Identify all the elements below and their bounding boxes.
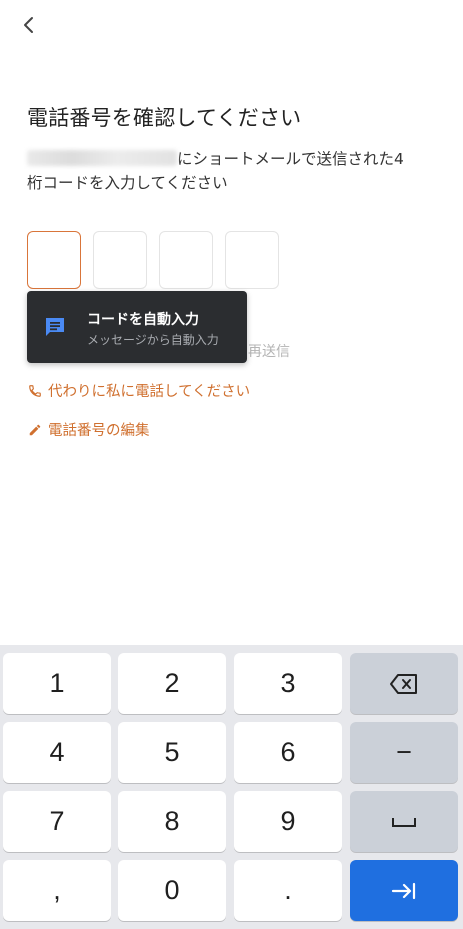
key-5[interactable]: 5 <box>118 722 226 783</box>
description: にショートメールで送信された4 桁コードを入力してください <box>27 147 437 195</box>
edit-number-link[interactable]: 電話番号の編集 <box>28 419 150 440</box>
autofill-subtitle: メッセージから自動入力 <box>87 333 219 347</box>
autofill-code-popup[interactable]: コードを自動入力 メッセージから自動入力 <box>27 291 247 363</box>
next-arrow-icon <box>391 882 416 899</box>
key-3[interactable]: 3 <box>234 653 342 714</box>
key-7[interactable]: 7 <box>3 791 111 852</box>
code-digit-4[interactable] <box>225 231 279 289</box>
code-digit-3[interactable] <box>159 231 213 289</box>
code-digit-2[interactable] <box>93 231 147 289</box>
backspace-key[interactable] <box>350 653 458 714</box>
comma-key[interactable]: , <box>3 860 111 921</box>
numeric-keyboard: 1 2 3 4 5 6 − 7 8 9 , 0 . <box>0 645 463 929</box>
masked-phone-number <box>27 150 177 166</box>
phone-icon <box>29 384 41 397</box>
pencil-icon <box>29 424 41 435</box>
code-digit-1[interactable] <box>27 231 81 289</box>
call-me-label: 代わりに私に電話してください <box>48 384 251 400</box>
next-key[interactable] <box>350 860 458 921</box>
back-button[interactable] <box>14 10 44 40</box>
key-4[interactable]: 4 <box>3 722 111 783</box>
space-key[interactable] <box>350 791 458 852</box>
call-me-link[interactable]: 代わりに私に電話してください <box>28 380 250 401</box>
key-0[interactable]: 0 <box>118 860 226 921</box>
message-icon <box>46 318 64 336</box>
description-line1: にショートメールで送信された4 <box>177 150 404 168</box>
autofill-title: コードを自動入力 <box>87 312 199 328</box>
backspace-icon <box>390 673 417 694</box>
chevron-left-icon <box>24 17 33 33</box>
resend-text: 再送信 <box>248 344 290 360</box>
key-8[interactable]: 8 <box>118 791 226 852</box>
description-line2: 桁コードを入力してください <box>27 174 228 192</box>
key-6[interactable]: 6 <box>234 722 342 783</box>
key-1[interactable]: 1 <box>3 653 111 714</box>
period-key[interactable]: . <box>234 860 342 921</box>
page-title: 電話番号を確認してください <box>27 106 302 130</box>
space-icon <box>392 817 416 827</box>
edit-number-label: 電話番号の編集 <box>48 423 150 439</box>
minus-key[interactable]: − <box>350 722 458 783</box>
key-2[interactable]: 2 <box>118 653 226 714</box>
key-9[interactable]: 9 <box>234 791 342 852</box>
